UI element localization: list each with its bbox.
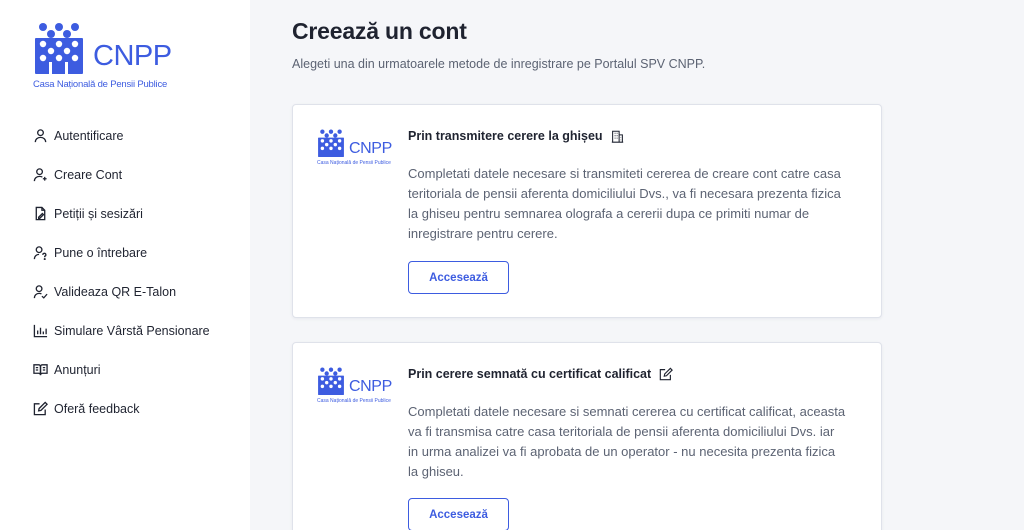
- card-description: Completati datele necesare si transmitet…: [408, 166, 841, 241]
- cnpp-logo-icon: [318, 129, 344, 157]
- cnpp-card-logo: CNPP Casa Națională de Pensii Publice: [317, 367, 397, 407]
- user-question-icon: [32, 245, 48, 261]
- sidebar-item-label: Petiții și sesizări: [54, 206, 143, 221]
- bar-chart-icon: [32, 323, 48, 339]
- edit-icon: [32, 401, 48, 417]
- cnpp-logo-icon: [318, 367, 344, 395]
- pen-square-icon: [659, 367, 674, 381]
- sidebar-item-label: Pune o întrebare: [54, 245, 148, 260]
- card-title-text: Prin transmitere cerere la ghișeu: [408, 129, 603, 143]
- logo-wordmark: CNPP: [93, 40, 172, 72]
- open-book-icon: [32, 362, 48, 378]
- sidebar: CNPP Casa Națională de Pensii Publice Au…: [0, 0, 250, 530]
- building-icon: [611, 130, 624, 143]
- sidebar-item-petitii[interactable]: Petiții și sesizări: [32, 194, 242, 233]
- sidebar-item-anunturi[interactable]: Anunțuri: [32, 350, 242, 389]
- logo-wordmark: CNPP: [349, 140, 392, 157]
- card-description: Completati datele necesare si semnati ce…: [408, 404, 846, 479]
- sidebar-item-pune-intrebare[interactable]: Pune o întrebare: [32, 233, 242, 272]
- document-pen-icon: [32, 206, 48, 222]
- sidebar-item-feedback[interactable]: Oferă feedback: [32, 389, 242, 428]
- logo-subtitle: Casa Națională de Pensii Publice: [33, 79, 168, 90]
- registration-method-card-certificat: CNPP Casa Națională de Pensii Publice Pr…: [292, 342, 882, 530]
- page-title: Creează un cont: [292, 18, 467, 44]
- card-title: Prin transmitere cerere la ghișeu: [408, 129, 624, 143]
- card-title-text: Prin cerere semnată cu certificat califi…: [408, 367, 652, 381]
- user-plus-icon: [32, 167, 48, 183]
- sidebar-item-label: Anunțuri: [54, 362, 101, 377]
- cnpp-card-logo: CNPP Casa Națională de Pensii Publice: [317, 129, 397, 169]
- sidebar-item-autentificare[interactable]: Autentificare: [32, 116, 242, 155]
- page-subtitle: Alegeti una din urmatoarele metode de in…: [292, 57, 706, 71]
- registration-method-card-ghiseu: CNPP Casa Națională de Pensii Publice Pr…: [292, 104, 882, 318]
- user-icon: [32, 128, 48, 144]
- sidebar-item-simulare[interactable]: Simulare Vârstă Pensionare: [32, 311, 242, 350]
- acceseaza-button[interactable]: Accesează: [408, 261, 509, 294]
- logo-subtitle: Casa Națională de Pensii Publice: [317, 398, 391, 404]
- sidebar-item-label: Creare Cont: [54, 167, 123, 182]
- sidebar-item-label: Simulare Vârstă Pensionare: [54, 323, 210, 338]
- card-title: Prin cerere semnată cu certificat califi…: [408, 367, 674, 381]
- logo-subtitle: Casa Națională de Pensii Publice: [317, 160, 391, 166]
- main-content: Creează un cont Alegeti una din urmatoar…: [250, 0, 1024, 530]
- sidebar-item-creare-cont[interactable]: Creare Cont: [32, 155, 242, 194]
- sidebar-item-label: Valideaza QR E-Talon: [54, 284, 177, 299]
- sidebar-nav: Autentificare Creare Cont Petiții și ses…: [32, 116, 242, 428]
- cnpp-logo-icon: [35, 23, 83, 74]
- sidebar-item-valideaza-qr[interactable]: Valideaza QR E-Talon: [32, 272, 242, 311]
- sidebar-item-label: Autentificare: [54, 128, 124, 143]
- cnpp-logo[interactable]: CNPP Casa Națională de Pensii Publice: [33, 22, 213, 92]
- acceseaza-button[interactable]: Accesează: [408, 498, 509, 530]
- user-check-icon: [32, 284, 48, 300]
- sidebar-item-label: Oferă feedback: [54, 401, 140, 416]
- logo-wordmark: CNPP: [349, 378, 392, 395]
